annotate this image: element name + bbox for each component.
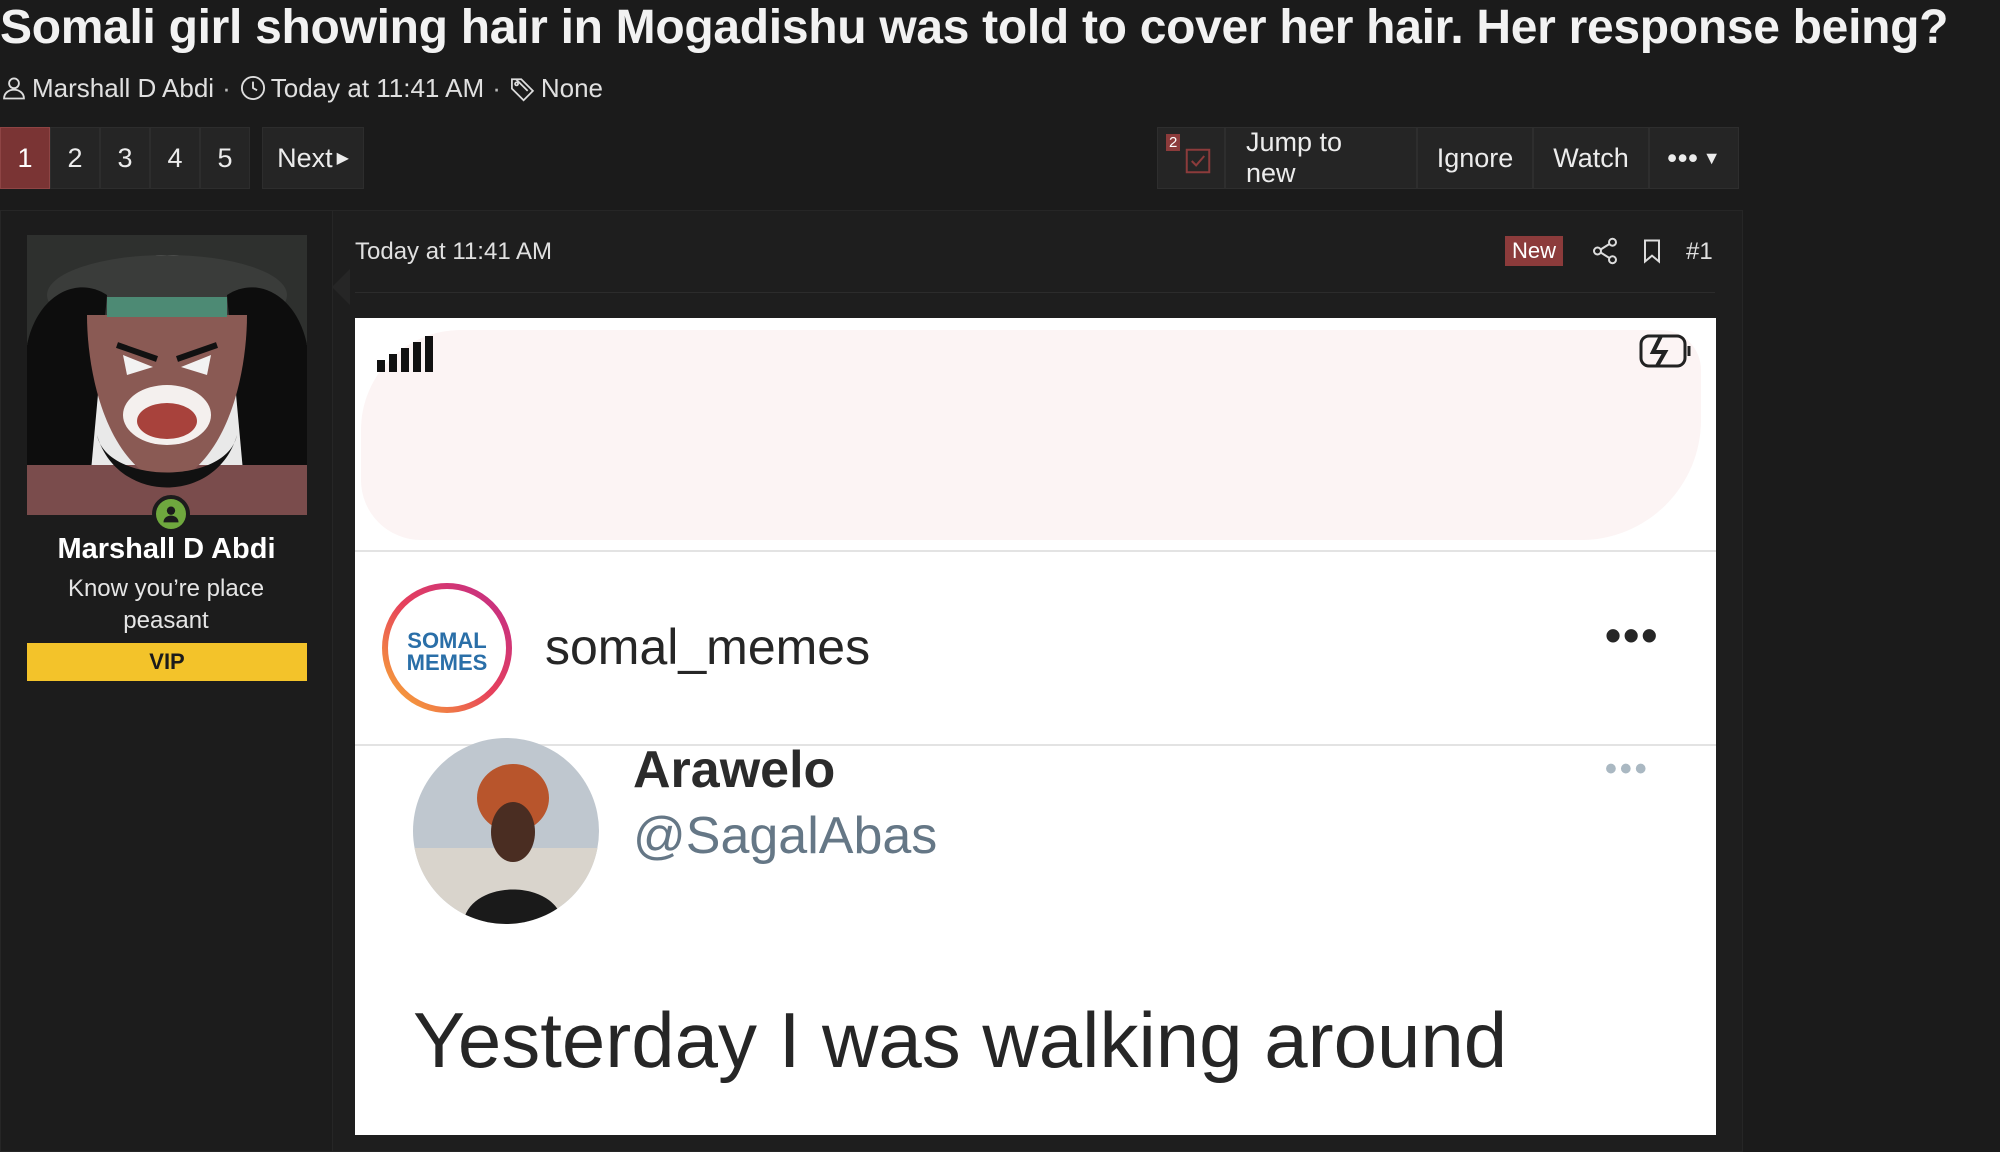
more-dots-icon: ••• [1667,142,1699,173]
post-username[interactable]: Marshall D Abdi [1,533,332,566]
instagram-menu-icon: ••• [1605,609,1660,661]
clock-icon [239,74,267,102]
post-arrow [332,269,350,305]
instagram-username: somal_memes [545,619,871,675]
battery-charging-icon [1639,334,1691,368]
watch-button[interactable]: Watch [1533,127,1649,189]
page-1-button[interactable]: 1 [0,127,50,189]
more-options-button[interactable]: ••• ▼ [1649,127,1739,189]
page-4-button[interactable]: 4 [150,127,200,189]
next-page-button[interactable]: Next ▶ [262,127,364,189]
user-avatar[interactable] [27,235,307,515]
thread-meta: Marshall D Abdi · Today at 11:41 AM · No… [0,68,603,108]
checkbox-icon [1185,148,1211,174]
instagram-logo-text: SOMAL MEMES [406,628,488,675]
post-attachment-image[interactable]: SOMAL MEMES somal_memes ••• Arawelo @Sag… [355,318,1716,1135]
thread-date-link[interactable]: Today at 11:41 AM [271,73,484,104]
signal-strength-icon [377,336,433,372]
page-5-button[interactable]: 5 [200,127,250,189]
jump-to-new-button[interactable]: Jump to new [1225,127,1417,189]
mark-read-button[interactable]: 2 [1157,127,1225,189]
ignore-button[interactable]: Ignore [1417,127,1533,189]
pagination: 1 2 3 4 5 Next ▶ [0,127,364,189]
redacted-area [361,330,1701,540]
thread-title: Somali girl showing hair in Mogadishu wa… [0,1,1949,54]
page-3-button[interactable]: 3 [100,127,150,189]
caret-right-icon: ▶ [336,150,349,167]
instagram-header-divider [355,744,1716,746]
post-user-panel: Marshall D Abdi Know you’re place peasan… [1,211,333,1151]
tweet-menu-icon: ••• [1605,750,1650,788]
post-header-divider [355,292,1715,293]
bookmark-icon[interactable] [1638,236,1666,266]
next-page-label: Next [277,142,333,173]
thread-tags: None [540,72,604,103]
post-date-link[interactable]: Today at 11:41 AM [355,238,552,266]
page-2-button[interactable]: 2 [50,127,100,189]
tweet-author-name: Arawelo [633,741,836,799]
user-icon [0,74,28,102]
phone-status-bar [355,318,1716,550]
meta-separator: · [492,72,501,103]
unread-count-badge: 2 [1166,134,1181,151]
new-post-badge: New [1505,236,1564,266]
tag-icon [509,74,537,102]
online-status-indicator [152,495,190,533]
thread-author-link[interactable]: Marshall D Abdi [32,73,214,104]
post-number-link[interactable]: #1 [1686,238,1713,266]
user-banner-vip: VIP [27,643,307,681]
tweet-author-handle: @SagalAbas [633,807,938,865]
thread-actions: 2 Jump to new Ignore Watch ••• ▼ [1157,127,1739,189]
tweet-text: Yesterday I was walking around [413,996,1508,1084]
caret-down-icon: ▼ [1702,147,1721,168]
online-status-icon [163,506,179,523]
tweet-author-avatar [413,738,599,924]
meta-separator: · [222,72,231,103]
share-icon[interactable] [1590,236,1620,266]
user-title: Know you’re place peasant [67,575,265,634]
statusbar-divider [355,550,1716,552]
